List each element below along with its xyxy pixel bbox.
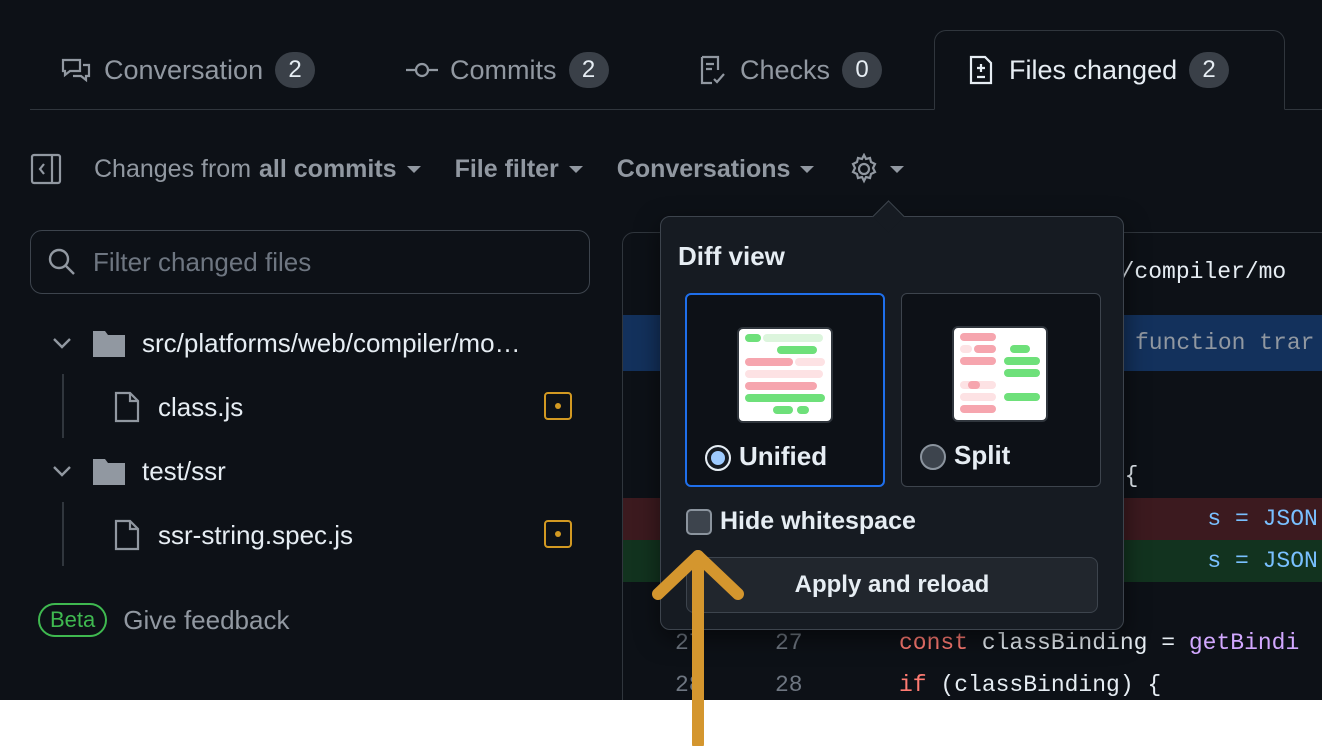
folder-icon	[93, 459, 125, 485]
caret-down-icon	[800, 165, 815, 173]
tab-label: Conversation	[104, 54, 264, 85]
hide-whitespace-label[interactable]: Hide whitespace	[720, 507, 916, 536]
chevron-down-icon	[53, 466, 71, 477]
tab-conversation[interactable]: Conversation 2	[30, 30, 345, 110]
git-commit-icon	[406, 54, 438, 86]
caret-down-icon	[568, 165, 583, 173]
file-diff-icon	[965, 54, 997, 86]
changes-from-dropdown[interactable]: Changes from all commits	[94, 155, 421, 184]
caret-down-icon	[890, 165, 905, 173]
changes-from-prefix: Changes from	[94, 154, 252, 183]
file-icon	[114, 519, 140, 551]
unified-label: Unified	[739, 441, 828, 471]
filter-files-field[interactable]	[30, 230, 590, 294]
tab-label: Checks	[740, 54, 831, 85]
tree-item-label: ssr-string.spec.js	[158, 519, 354, 550]
file-icon	[114, 391, 140, 423]
gear-icon	[851, 153, 877, 184]
tree-folder-test-ssr[interactable]: test/ssr	[50, 450, 226, 492]
tree-indent-guide	[62, 374, 64, 438]
split-view-option[interactable]: Split	[901, 293, 1101, 487]
file-filter-dropdown[interactable]: File filter	[455, 155, 583, 184]
tab-label: Files changed	[1009, 54, 1178, 85]
comment-discussion-icon	[60, 54, 92, 86]
caret-down-icon	[406, 165, 421, 173]
tree-item-label: test/ssr	[142, 455, 226, 486]
beta-badge: Beta	[38, 603, 108, 637]
sidebar-expand-icon	[30, 153, 62, 185]
filter-files-input[interactable]	[93, 246, 553, 278]
tab-count-badge: 2	[1189, 52, 1230, 88]
pr-tab-bar: Conversation 2 Commits 2 Checks 0 Files …	[30, 30, 1322, 110]
tree-indent-guide	[62, 502, 64, 566]
tab-count-badge: 0	[842, 52, 883, 88]
folder-icon	[93, 331, 125, 357]
tab-count-badge: 2	[568, 52, 609, 88]
file-modified-icon	[544, 520, 572, 548]
new-line-number: 28	[775, 672, 803, 698]
tab-files-changed[interactable]: Files changed 2	[934, 30, 1285, 110]
unified-view-option[interactable]: Unified	[685, 293, 885, 487]
split-diff-preview-icon	[952, 326, 1048, 422]
hide-whitespace-checkbox[interactable]	[686, 509, 712, 535]
chevron-down-icon	[53, 338, 71, 349]
tree-file-class-js[interactable]: class.js	[114, 386, 243, 428]
diff-settings-button[interactable]	[848, 153, 905, 185]
unified-diff-preview-icon	[737, 327, 833, 423]
tab-commits[interactable]: Commits 2	[376, 30, 639, 110]
beta-feedback: Beta Give feedback	[38, 603, 289, 637]
split-label: Split	[954, 440, 1011, 470]
search-icon	[48, 248, 75, 275]
tab-count-badge: 2	[275, 52, 316, 88]
tree-file-ssr-string-spec-js[interactable]: ssr-string.spec.js	[114, 514, 353, 556]
popover-title: Diff view	[678, 241, 785, 271]
unified-radio[interactable]	[705, 445, 731, 471]
toggle-file-tree-button[interactable]	[30, 153, 62, 185]
file-filter-label: File filter	[454, 154, 559, 183]
added-code: s = JSON.strir	[1207, 548, 1322, 574]
conversations-label: Conversations	[616, 154, 791, 183]
conversations-dropdown[interactable]: Conversations	[617, 155, 815, 184]
give-feedback-link[interactable]: Give feedback	[123, 605, 289, 636]
annotation-arrow-icon	[652, 550, 744, 746]
split-radio[interactable]	[920, 444, 946, 470]
changes-from-value: all commits	[259, 154, 397, 183]
diff-toolbar: Changes from all commits File filter Con…	[30, 145, 938, 193]
tree-item-label: class.js	[158, 391, 244, 422]
diff-file-path: eb/compiler/mo	[1093, 259, 1287, 285]
file-modified-icon	[544, 392, 572, 420]
tree-folder-compiler-modules[interactable]: src/platforms/web/compiler/mo…	[50, 322, 521, 364]
checklist-icon	[696, 54, 728, 86]
tab-checks[interactable]: Checks 0	[666, 30, 912, 110]
new-line-number: 27	[775, 630, 803, 656]
tab-label: Commits	[450, 54, 557, 85]
tree-item-label: src/platforms/web/compiler/mo…	[142, 327, 521, 358]
